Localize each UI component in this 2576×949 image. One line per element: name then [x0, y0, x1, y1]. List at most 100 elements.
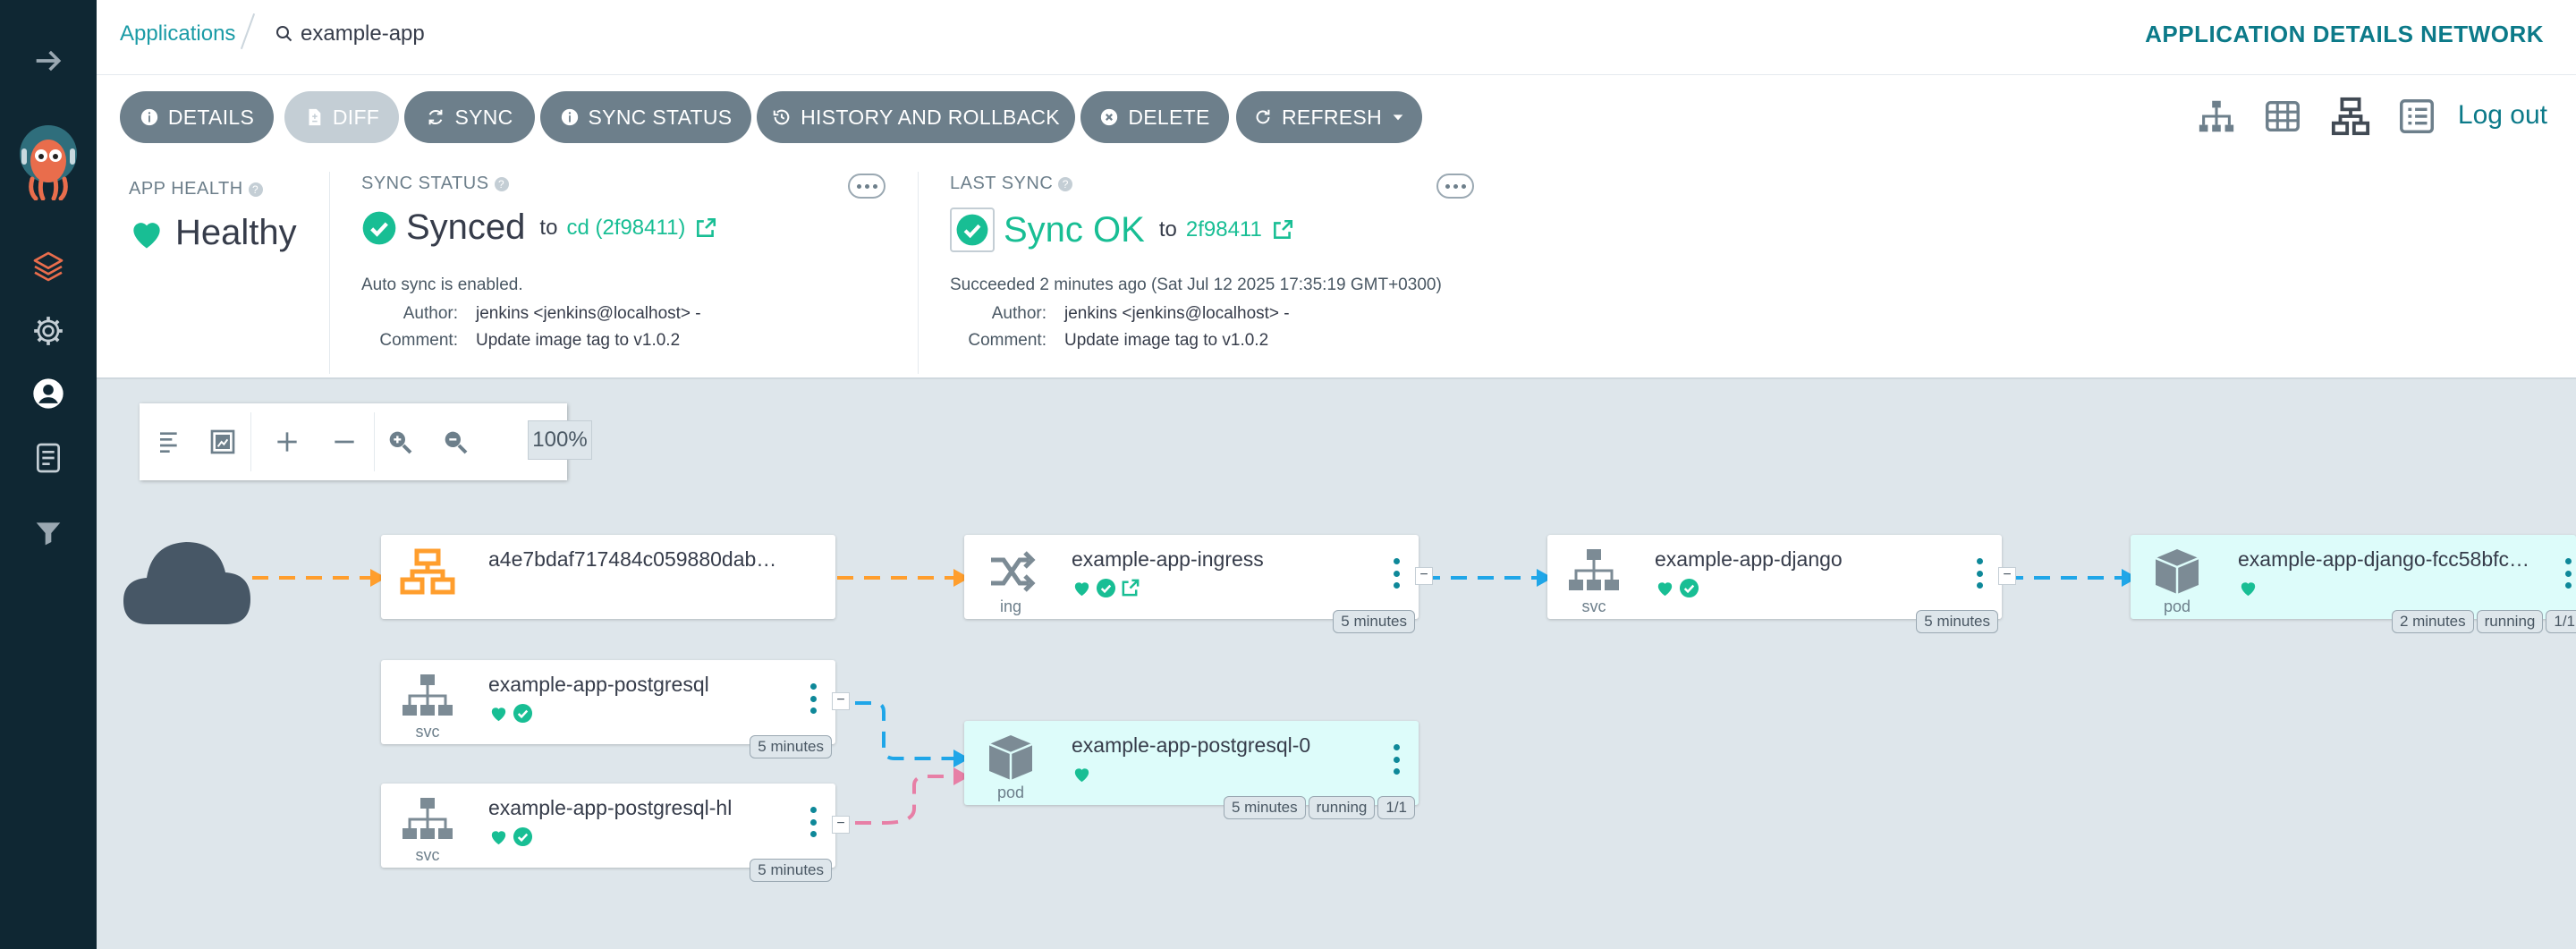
collapse-toggle[interactable]: − — [1998, 567, 2016, 585]
diff-button[interactable]: DIFF — [284, 91, 399, 143]
user-account-icon[interactable] — [29, 374, 68, 413]
sync-comment-row: Comment: Update image tag to v1.0.2 — [361, 331, 680, 351]
breadcrumb-applications-link[interactable]: Applications — [120, 21, 235, 47]
node-name: example-app-postgresql — [488, 673, 709, 696]
node-name: example-app-postgresql-hl — [488, 796, 733, 819]
app-health-label-text: APP HEALTH — [129, 179, 243, 199]
sync-status-more-button[interactable] — [848, 174, 886, 199]
pods-grid-view-icon[interactable] — [2261, 95, 2304, 138]
action-toolbar: DETAILS DIFF SYNC SYNC STATUS HISTORY AN… — [97, 75, 2576, 157]
network-hub-icon — [399, 547, 456, 596]
close-circle-icon — [1101, 108, 1118, 126]
service-django-node[interactable]: svc example-app-django − 5 minutes — [1547, 535, 2016, 633]
info-icon — [140, 108, 158, 126]
last-sync-status-text: Sync OK — [1004, 209, 1145, 250]
node-menu-icon[interactable] — [1392, 558, 1401, 589]
node-menu-icon[interactable] — [1392, 744, 1401, 775]
service-postgresql-node[interactable]: svc example-app-postgresql − 5 minutes — [381, 660, 850, 758]
collapse-toggle[interactable]: − — [832, 692, 850, 710]
left-nav — [0, 0, 97, 949]
heart-icon — [1074, 768, 1089, 783]
docs-manual-icon[interactable] — [29, 438, 68, 478]
comment-value: Update image tag to v1.0.2 — [1064, 331, 1269, 350]
collapse-toggle[interactable]: − — [832, 816, 850, 834]
details-button[interactable]: DETAILS — [120, 91, 274, 143]
node-name: example-app-ingress — [1072, 547, 1264, 571]
status-panel: APP HEALTH ? Healthy SYNC STATUS ? Synce… — [97, 157, 2576, 379]
expand-nav-arrow-icon[interactable] — [29, 41, 68, 80]
logout-link[interactable]: Log out — [2458, 100, 2547, 131]
node-kind: svc — [1581, 597, 1606, 615]
node-menu-icon[interactable] — [2563, 558, 2572, 589]
heart-icon — [133, 222, 160, 248]
age-chip: 5 minutes — [1333, 610, 1415, 633]
breadcrumb-current-app[interactable]: example-app — [274, 21, 425, 47]
list-view-icon[interactable] — [2395, 95, 2438, 138]
zoom-out-icon[interactable] — [435, 421, 476, 462]
caret-down-icon — [1393, 114, 1403, 121]
check-circle-icon — [513, 826, 533, 847]
filter-funnel-icon[interactable] — [29, 513, 68, 553]
sitemap-icon — [1565, 547, 1623, 596]
node-name: example-app-postgresql-0 — [1072, 733, 1311, 757]
ready-chip: 1/1 — [2546, 610, 2576, 633]
ingress-node[interactable]: ing example-app-ingress − 5 minutes — [964, 535, 1433, 633]
sync-revision-link[interactable]: cd (2f98411) — [566, 216, 685, 241]
applications-layers-icon[interactable] — [29, 247, 68, 286]
external-link-icon[interactable] — [1271, 218, 1294, 241]
to-text: to — [1158, 217, 1177, 241]
refresh-button[interactable]: REFRESH — [1236, 91, 1422, 143]
external-link-icon[interactable] — [1120, 578, 1140, 598]
history-rollback-button[interactable]: HISTORY AND ROLLBACK — [757, 91, 1075, 143]
history-label: HISTORY AND ROLLBACK — [801, 105, 1060, 129]
external-link-icon[interactable] — [694, 216, 717, 240]
top-header: Applications example-app APPLICATION DET… — [97, 0, 2576, 75]
last-sync-revision-link[interactable]: 2f98411 — [1186, 217, 1262, 242]
align-left-icon[interactable] — [150, 421, 191, 462]
help-icon[interactable]: ? — [494, 176, 509, 191]
node-menu-icon[interactable] — [1975, 558, 1984, 589]
divider — [918, 172, 919, 374]
pod-postgresql-node[interactable]: pod example-app-postgresql-0 5 minutes r… — [964, 721, 1419, 819]
expand-plus-icon[interactable] — [267, 421, 308, 462]
check-circle-icon — [1096, 578, 1116, 598]
diff-label: DIFF — [332, 105, 380, 129]
fit-screen-icon[interactable] — [202, 421, 243, 462]
collapse-toggle[interactable]: − — [1415, 567, 1433, 585]
comment-key: Comment: — [379, 331, 458, 350]
help-icon[interactable]: ? — [1058, 176, 1073, 191]
sync-button[interactable]: SYNC — [404, 91, 535, 143]
last-sync-more-button[interactable] — [1436, 174, 1474, 199]
check-circle-icon — [362, 211, 396, 244]
service-postgresql-hl-node[interactable]: svc example-app-postgresql-hl − 5 minute… — [381, 784, 850, 882]
load-balancer-node[interactable]: a4e7bdaf717484c059880dab… — [381, 535, 835, 619]
network-view-icon[interactable] — [2329, 95, 2372, 138]
heart-icon — [1074, 582, 1089, 597]
tree-view-icon[interactable] — [2195, 95, 2238, 138]
sync-status-button[interactable]: SYNC STATUS — [540, 91, 751, 143]
info-icon — [561, 108, 578, 126]
argo-logo[interactable] — [16, 123, 80, 201]
delete-button[interactable]: DELETE — [1080, 91, 1229, 143]
edge-pg-pod — [855, 701, 953, 760]
internet-cloud-icon — [122, 531, 252, 626]
node-kind: pod — [996, 784, 1025, 801]
node-menu-icon[interactable] — [809, 683, 818, 714]
sync-icon — [429, 109, 443, 125]
node-menu-icon[interactable] — [809, 807, 818, 837]
node-status-icons — [1072, 764, 1092, 784]
details-label: DETAILS — [167, 105, 255, 129]
pod-django-node[interactable]: pod example-app-django-fcc58bfc… 2 minut… — [2131, 535, 2576, 633]
collapse-minus-icon[interactable] — [324, 421, 365, 462]
app-health-value: Healthy — [127, 213, 297, 253]
node-kind: ing — [999, 597, 1022, 615]
settings-gear-icon[interactable] — [29, 311, 68, 351]
help-icon[interactable]: ? — [248, 182, 263, 197]
breadcrumb-separator — [240, 13, 256, 50]
zoom-in-icon[interactable] — [379, 421, 420, 462]
zoom-level[interactable]: 100% — [528, 420, 592, 460]
age-chip: 5 minutes — [750, 735, 832, 758]
last-sync-label-text: LAST SYNC — [950, 174, 1054, 193]
node-name: example-app-django — [1655, 547, 1843, 571]
sync-ok-badge — [950, 208, 995, 252]
